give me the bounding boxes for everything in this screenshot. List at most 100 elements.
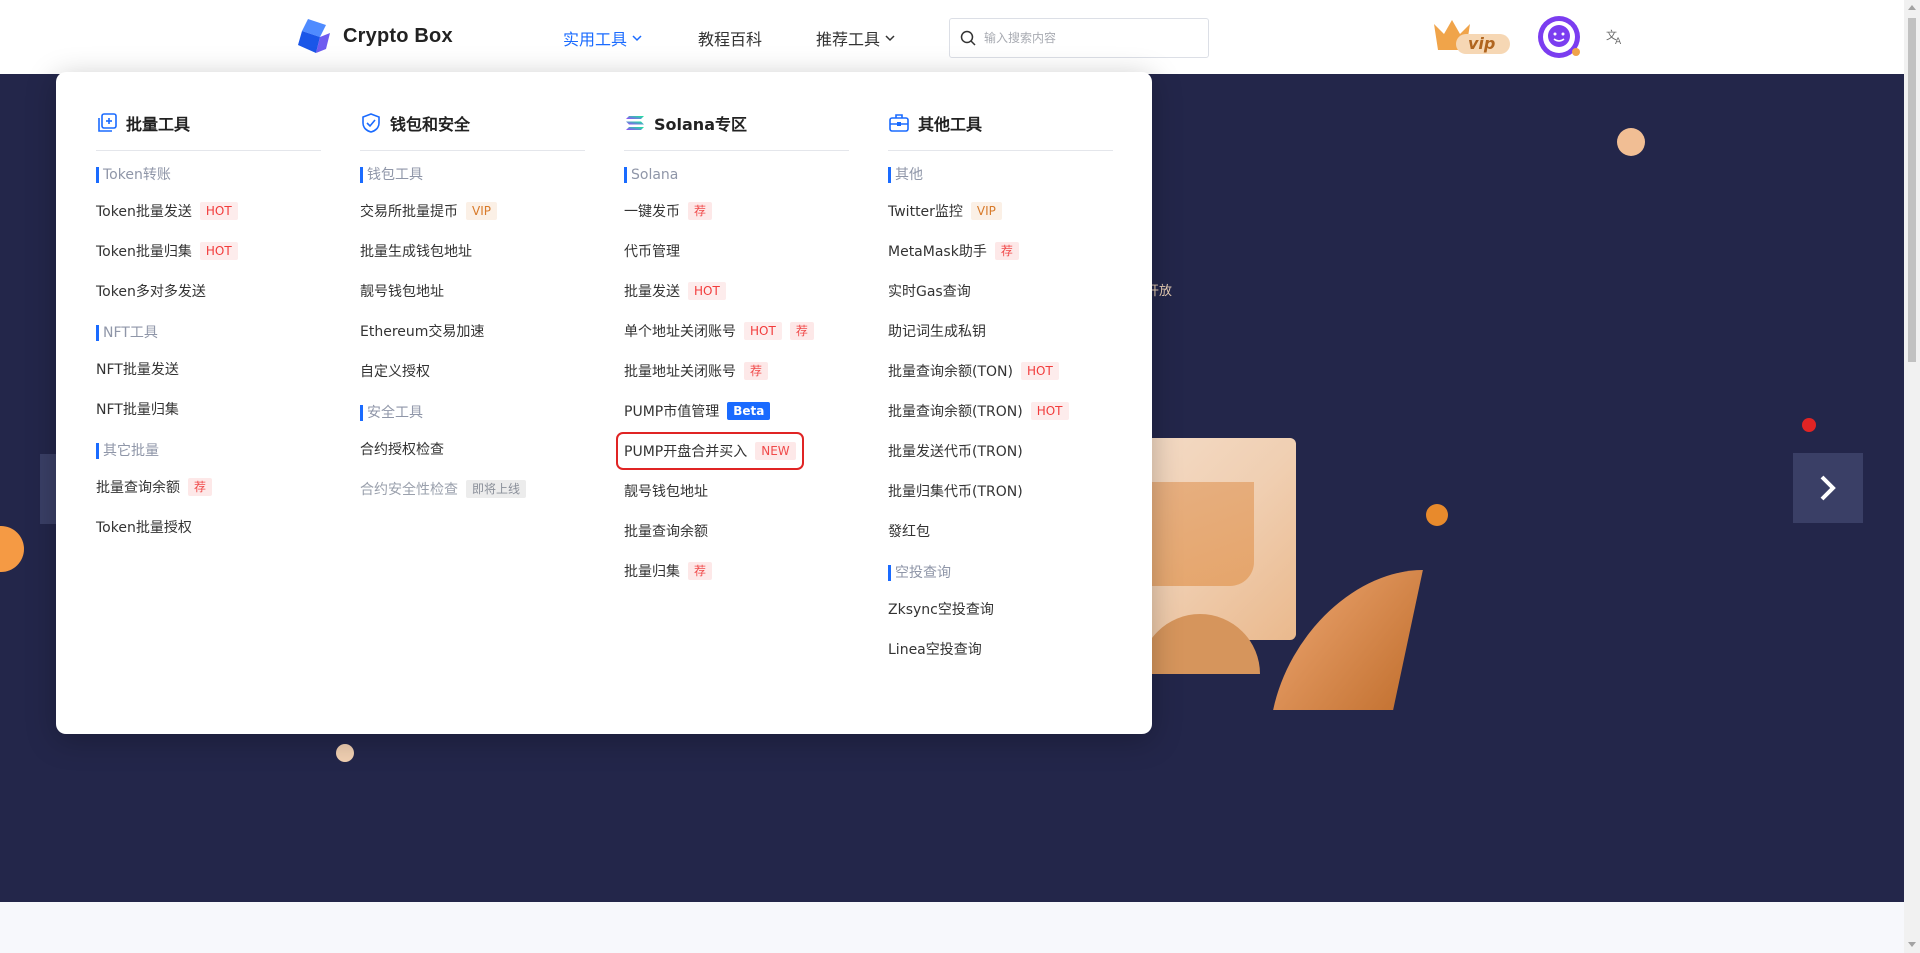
menu-item[interactable]: Token批量发送 HOT — [96, 191, 321, 231]
menu-item-content: 合约安全性检查 即将上线 — [360, 479, 527, 499]
brand-logo[interactable]: Crypto Box — [296, 17, 453, 55]
batch-plus-icon — [96, 112, 118, 134]
menu-item[interactable]: 一键发币荐 — [624, 191, 849, 231]
tag-badge: 即将上线 — [466, 480, 527, 498]
tag-badge: HOT — [1030, 402, 1069, 420]
search-input[interactable] — [984, 31, 1184, 45]
menu-item-label: MetaMask助手 — [888, 244, 987, 260]
column-divider — [96, 150, 321, 151]
vip-crown-icon[interactable]: vip — [1430, 16, 1512, 56]
menu-item[interactable]: 批量生成钱包地址 — [360, 231, 585, 271]
menu-item-content: NFT批量发送 — [96, 359, 179, 379]
menu-item-content: Linea空投查询 — [888, 639, 982, 659]
menu-item[interactable]: Zksync空投查询 — [888, 589, 1113, 629]
scroll-thumb[interactable] — [1908, 18, 1916, 362]
menu-item[interactable]: 批量地址关闭账号荐 — [624, 351, 849, 391]
menu-item-content: 交易所批量提币 VIP — [360, 201, 497, 221]
menu-item[interactable]: Token批量归集 HOT — [96, 231, 321, 271]
menu-item-label: Token批量授权 — [96, 520, 192, 536]
page-scrollbar[interactable] — [1904, 0, 1920, 953]
menu-item-label: 批量查询余额(TON) — [888, 364, 1013, 380]
search-icon — [960, 30, 976, 46]
scroll-up-arrow[interactable] — [1908, 5, 1916, 10]
scroll-down-arrow[interactable] — [1908, 942, 1916, 947]
column-divider — [624, 150, 849, 151]
menu-item[interactable]: Ethereum交易加速 — [360, 311, 585, 351]
nav-recommended[interactable]: 推荐工具 — [816, 26, 896, 50]
menu-item[interactable]: NFT批量发送 — [96, 349, 321, 389]
menu-item[interactable]: 批量发送代币(TRON) — [888, 431, 1113, 471]
menu-item[interactable]: 批量查询余额(TRON) HOT — [888, 391, 1113, 431]
decor-dot — [1426, 504, 1448, 526]
menu-item[interactable]: Token多对多发送 — [96, 271, 321, 311]
menu-item-label: Token多对多发送 — [96, 284, 206, 300]
highlighted-menu-item: PUMP开盘合并买入 NEW — [616, 432, 804, 470]
menu-item-label: PUMP市值管理 — [624, 404, 720, 420]
next-slide-button[interactable] — [1793, 453, 1863, 523]
prev-slide-tab[interactable] — [40, 454, 56, 524]
toolbox-icon — [888, 112, 910, 134]
menu-item-content: 一键发币荐 — [624, 201, 713, 221]
menu-item[interactable]: 批量发送 HOT — [624, 271, 849, 311]
menu-item[interactable]: 合约授权检查 — [360, 429, 585, 469]
menu-item-content: 合约授权检查 — [360, 439, 444, 459]
group-label: 其它批量 — [96, 443, 321, 459]
menu-item-content: 自定义授权 — [360, 361, 430, 381]
menu-item-label: 合约授权检查 — [360, 442, 444, 458]
dropdown-column: Solana专区 Solana 一键发币荐代币管理 批量发送 HOT 单个地址关闭账号 HO… — [616, 110, 849, 591]
menu-item[interactable]: NFT批量归集 — [96, 389, 321, 429]
tag-badge: 荐 — [688, 202, 713, 220]
group-items: 合约授权检查合约安全性检查 即将上线 — [360, 429, 585, 509]
tools-dropdown-panel: 批量工具 Token转账 Token批量发送 HOT Token批量归集 HOT Token… — [56, 72, 1152, 734]
menu-item[interactable]: PUMP市值管理 Beta — [624, 391, 849, 431]
nav-wiki[interactable]: 教程百科 — [698, 26, 762, 50]
menu-item-label: NFT批量发送 — [96, 362, 179, 378]
nav-recommended-label: 推荐工具 — [816, 30, 881, 49]
tag-badge: HOT — [199, 202, 238, 220]
menu-item[interactable]: 發红包 — [888, 511, 1113, 551]
group-label: Solana — [624, 167, 849, 183]
search-box[interactable] — [949, 18, 1209, 58]
menu-item-content: 批量查询余额荐 — [96, 477, 213, 497]
translate-icon[interactable]: 文 A — [1606, 27, 1624, 45]
menu-item-label: 自定义授权 — [360, 364, 430, 380]
avatar-icon[interactable] — [1536, 14, 1582, 60]
menu-item-content: MetaMask助手荐 — [888, 241, 1019, 261]
menu-item[interactable]: 助记词生成私钥 — [888, 311, 1113, 351]
menu-item[interactable]: 批量查询余额 — [624, 511, 849, 551]
menu-item[interactable]: 批量查询余额(TON) HOT — [888, 351, 1113, 391]
menu-item[interactable]: Linea空投查询 — [888, 629, 1113, 669]
menu-item-content: Token批量授权 — [96, 517, 192, 537]
menu-item[interactable]: 批量归集代币(TRON) — [888, 471, 1113, 511]
menu-item-label: Ethereum交易加速 — [360, 324, 485, 340]
menu-item-label: NFT批量归集 — [96, 402, 179, 418]
cube-logo-icon — [298, 19, 330, 53]
menu-item[interactable]: 代币管理 — [624, 231, 849, 271]
menu-item-content: Zksync空投查询 — [888, 599, 994, 619]
menu-item-content: 实时Gas查询 — [888, 281, 971, 301]
menu-item[interactable]: 交易所批量提币 VIP — [360, 191, 585, 231]
menu-item-content: Token多对多发送 — [96, 281, 206, 301]
menu-item[interactable]: 批量归集荐 — [624, 551, 849, 591]
menu-item[interactable]: Twitter监控 VIP — [888, 191, 1113, 231]
menu-item[interactable]: 靓号钱包地址 — [360, 271, 585, 311]
group-items: Twitter监控 VIP MetaMask助手荐实时Gas查询 助记词生成私钥 批量查… — [888, 191, 1113, 551]
nav-tools[interactable]: 实用工具 — [563, 26, 643, 50]
decor-dot — [336, 744, 354, 762]
page-footer-band — [0, 902, 1904, 953]
menu-item-label: 靓号钱包地址 — [360, 284, 444, 300]
group-label: NFT工具 — [96, 325, 321, 341]
chevron-right-icon — [1820, 475, 1836, 501]
solana-icon — [624, 112, 646, 134]
menu-item-label: 發红包 — [888, 524, 930, 540]
menu-item[interactable]: 靓号钱包地址 — [624, 471, 849, 511]
menu-item[interactable]: 批量查询余额荐 — [96, 467, 321, 507]
column-header: 其他工具 — [888, 110, 1113, 136]
menu-item[interactable]: PUMP开盘合并买入 NEW — [616, 431, 849, 471]
menu-item[interactable]: 实时Gas查询 — [888, 271, 1113, 311]
menu-item[interactable]: 自定义授权 — [360, 351, 585, 391]
menu-item[interactable]: 单个地址关闭账号 HOT 荐 — [624, 311, 849, 351]
menu-item[interactable]: Token批量授权 — [96, 507, 321, 547]
menu-item-label: 批量发送 — [624, 284, 680, 300]
menu-item[interactable]: MetaMask助手荐 — [888, 231, 1113, 271]
